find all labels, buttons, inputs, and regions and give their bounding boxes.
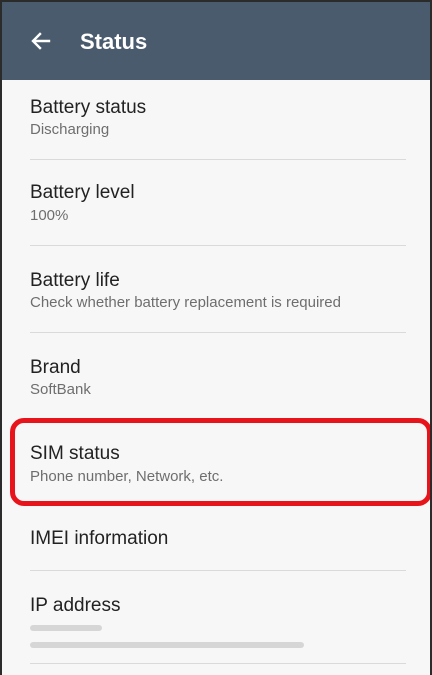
list-item-subtitle: Check whether battery replacement is req…	[30, 294, 341, 311]
list-item-title: IP address	[30, 595, 121, 616]
list-item-battery-level[interactable]: Battery level 100%	[2, 160, 430, 246]
list-item-brand[interactable]: Brand SoftBank	[2, 333, 430, 419]
status-screen: Status Battery status Discharging Batter…	[0, 0, 432, 675]
list-item-imei-information[interactable]: IMEI information	[2, 507, 430, 571]
divider	[30, 663, 406, 664]
status-list: Battery status Discharging Battery level…	[2, 80, 430, 675]
redacted-value	[30, 625, 102, 631]
list-item-title: Battery life	[30, 270, 120, 291]
back-button[interactable]	[26, 26, 56, 56]
list-item-ip-address[interactable]: IP address	[2, 571, 430, 675]
list-item-battery-status[interactable]: Battery status Discharging	[2, 80, 430, 160]
list-item-title: Brand	[30, 357, 81, 378]
list-item-subtitle: SoftBank	[30, 381, 91, 398]
page-title: Status	[80, 29, 148, 54]
app-bar: Status	[2, 0, 430, 80]
list-item-title: Battery status	[30, 97, 147, 118]
list-item-title: IMEI information	[30, 528, 169, 549]
list-item-battery-life[interactable]: Battery life Check whether battery repla…	[2, 246, 430, 333]
redacted-value	[30, 642, 304, 648]
highlight-box	[10, 418, 430, 506]
list-item-subtitle: Discharging	[30, 121, 110, 138]
list-item-title: Battery level	[30, 182, 135, 203]
arrow-back-icon	[31, 32, 51, 50]
list-item-subtitle: 100%	[30, 207, 69, 224]
